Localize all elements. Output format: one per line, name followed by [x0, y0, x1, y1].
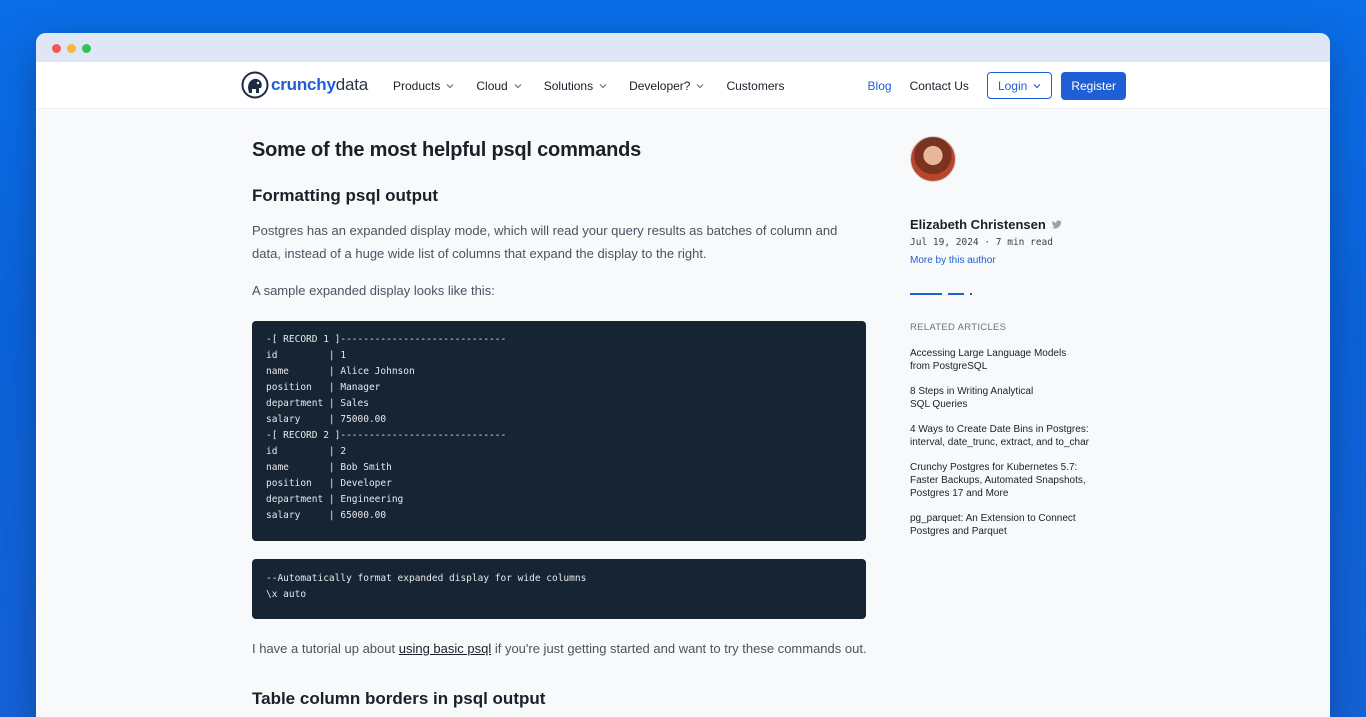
- section-heading: Table column borders in psql output: [252, 689, 546, 708]
- nav-item-label: Developer?: [629, 78, 691, 93]
- logo-text-crunchy: crunchy: [271, 75, 336, 94]
- logo-text-data: data: [335, 75, 369, 94]
- author-avatar[interactable]: [910, 136, 956, 182]
- code-line: name | Alice Johnson: [266, 366, 415, 377]
- blog-link[interactable]: Blog: [868, 79, 892, 93]
- paragraph-text: I have a tutorial up about: [252, 641, 399, 656]
- nav-item-label: Solutions: [543, 78, 594, 93]
- code-line: salary | 75000.00: [266, 414, 387, 425]
- primary-nav: Products Cloud Solutions Developer? Cust…: [393, 62, 806, 109]
- twitter-icon[interactable]: [1051, 219, 1062, 230]
- chevron-down-icon: [446, 83, 454, 88]
- article-title: Some of the most helpful psql commands: [252, 139, 642, 161]
- related-article-link[interactable]: Crunchy Postgres for Kubernetes 5.7: Fas…: [910, 461, 1095, 500]
- window-titlebar: [36, 33, 1330, 62]
- using-basic-psql-link[interactable]: using basic psql: [399, 641, 492, 656]
- crunchy-data-logo[interactable]: crunchydata: [241, 71, 368, 99]
- code-line: -[ RECORD 1 ]---------------------------…: [266, 334, 507, 345]
- code-block-expanded-display[interactable]: -[ RECORD 1 ]---------------------------…: [252, 321, 866, 541]
- nav-item-products[interactable]: Products: [393, 79, 454, 93]
- nav-item-label: Customers: [726, 78, 785, 93]
- paragraph-text: if you're just getting started and want …: [491, 641, 867, 656]
- more-by-author-link[interactable]: More by this author: [910, 255, 996, 266]
- author-name-text: Elizabeth Christensen: [910, 217, 1046, 232]
- login-label: Login: [997, 78, 1028, 93]
- post-meta: Jul 19, 2024 · 7 min read: [910, 237, 1053, 248]
- related-articles-list: Accessing Large Language Models from Pos…: [910, 347, 1100, 550]
- code-line: name | Bob Smith: [266, 462, 392, 473]
- register-button[interactable]: Register: [1061, 71, 1126, 100]
- minimize-window-button[interactable]: [67, 44, 76, 53]
- nav-actions: Blog Contact Us Login Register: [868, 62, 1126, 109]
- chevron-down-icon: [1033, 83, 1041, 88]
- nav-item-cloud[interactable]: Cloud: [476, 78, 522, 93]
- browser-window: crunchydata Products Cloud Solutions Dev…: [36, 33, 1330, 717]
- nav-item-developer[interactable]: Developer?: [629, 79, 704, 93]
- paragraph: Postgres has an expanded display mode, w…: [252, 223, 838, 261]
- decorative-dashes: [910, 293, 978, 295]
- page-content: Some of the most helpful psql commands F…: [36, 109, 1330, 717]
- elephant-logo-icon: [241, 71, 269, 99]
- close-window-button[interactable]: [52, 44, 61, 53]
- dash: [948, 293, 964, 295]
- paragraph: A sample expanded display looks like thi…: [252, 283, 495, 298]
- contact-us-link[interactable]: Contact Us: [910, 79, 969, 93]
- code-line: -[ RECORD 2 ]---------------------------…: [266, 430, 507, 441]
- related-article-link[interactable]: 4 Ways to Create Date Bins in Postgres: …: [910, 423, 1090, 449]
- login-button[interactable]: Login: [986, 72, 1053, 99]
- related-article-link[interactable]: pg_parquet: An Extension to Connect Post…: [910, 512, 1090, 538]
- nav-item-label: Products: [393, 78, 441, 93]
- code-block-x-auto[interactable]: --Automatically format expanded display …: [252, 559, 866, 619]
- code-line: department | Sales: [266, 398, 369, 409]
- related-article-link[interactable]: Accessing Large Language Models from Pos…: [910, 347, 1075, 373]
- code-line: department | Engineering: [266, 494, 404, 505]
- section-heading: Formatting psql output: [252, 186, 439, 205]
- site-navbar: crunchydata Products Cloud Solutions Dev…: [36, 62, 1330, 109]
- chevron-down-icon: [599, 83, 607, 88]
- nav-item-solutions[interactable]: Solutions: [544, 79, 607, 93]
- maximize-window-button[interactable]: [82, 44, 91, 53]
- chevron-down-icon: [697, 83, 704, 88]
- code-line: position | Manager: [266, 382, 381, 393]
- nav-item-customers[interactable]: Customers: [726, 79, 784, 93]
- code-line: id | 2: [266, 446, 347, 457]
- code-line: \x auto: [266, 589, 307, 600]
- code-line: salary | 65000.00: [266, 510, 387, 521]
- paragraph: I have a tutorial up about using basic p…: [252, 641, 867, 656]
- code-line: --Automatically format expanded display …: [266, 573, 587, 584]
- code-line: position | Developer: [266, 478, 392, 489]
- code-line: id | 1: [266, 350, 347, 361]
- dash: [910, 293, 942, 295]
- chevron-down-icon: [514, 83, 522, 88]
- author-name[interactable]: Elizabeth Christensen: [910, 217, 1062, 232]
- dash: [970, 293, 972, 295]
- related-article-link[interactable]: 8 Steps in Writing Analytical SQL Querie…: [910, 385, 1040, 411]
- nav-item-label: Cloud: [476, 78, 508, 93]
- related-articles-title: RELATED ARTICLES: [910, 322, 1007, 333]
